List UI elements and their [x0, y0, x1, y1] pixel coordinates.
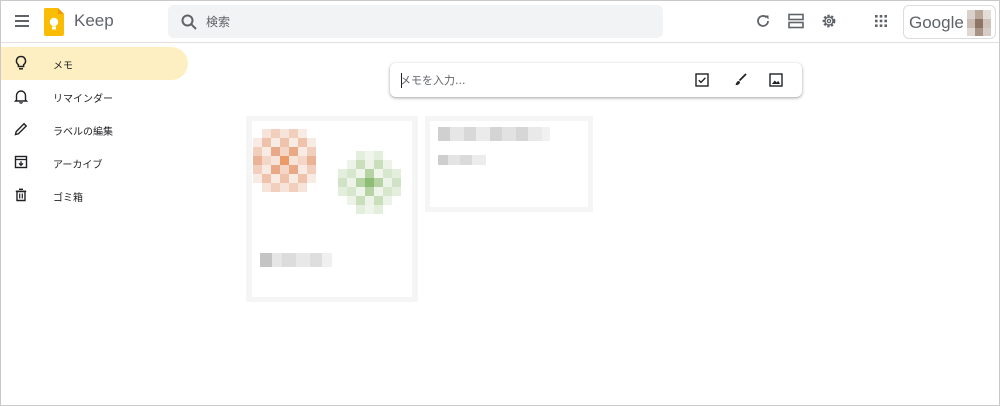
avatar [967, 10, 991, 36]
sidebar-item-label: ラベルの編集 [53, 127, 113, 138]
sidebar-item-notes[interactable]: メモ [1, 47, 188, 80]
bell-icon [13, 90, 29, 104]
brush-icon[interactable] [732, 72, 748, 88]
take-note-bar[interactable] [390, 63, 802, 97]
settings-icon[interactable] [818, 10, 840, 32]
sidebar: メモ リマインダー ラベルの編集 アーカイブ ゴミ箱 [1, 47, 191, 212]
top-bar: Keep Google [1, 1, 999, 43]
image-icon[interactable] [768, 72, 784, 88]
apps-grid-icon[interactable] [870, 10, 892, 32]
sidebar-item-label: アーカイブ [53, 160, 103, 171]
sidebar-item-reminders[interactable]: リマインダー [1, 80, 191, 113]
checkbox-icon[interactable] [694, 72, 710, 88]
sidebar-item-label: リマインダー [53, 94, 113, 105]
sidebar-item-label: ゴミ箱 [53, 193, 83, 204]
app-title: Keep [74, 11, 114, 30]
keep-logo[interactable] [43, 7, 65, 37]
menu-icon[interactable] [12, 11, 32, 31]
list-view-icon[interactable] [785, 10, 807, 32]
sidebar-item-trash[interactable]: ゴミ箱 [1, 179, 191, 212]
sidebar-item-archive[interactable]: アーカイブ [1, 146, 191, 179]
account-button[interactable]: Google [903, 5, 996, 39]
search-bar[interactable] [168, 5, 663, 38]
sidebar-item-label: メモ [53, 61, 73, 72]
note-card[interactable] [430, 121, 588, 207]
trash-icon [15, 188, 27, 202]
search-icon[interactable] [180, 13, 198, 31]
take-note-input[interactable] [400, 63, 680, 97]
pencil-icon [14, 122, 28, 136]
google-wordmark: Google [909, 13, 964, 32]
refresh-icon[interactable] [752, 10, 774, 32]
note-image [253, 129, 401, 267]
sidebar-item-edit-labels[interactable]: ラベルの編集 [1, 113, 191, 146]
note-blurred-content [438, 127, 550, 165]
search-input[interactable] [206, 5, 646, 38]
archive-icon [14, 155, 28, 169]
lightbulb-icon [15, 55, 27, 70]
note-card[interactable] [252, 121, 412, 297]
